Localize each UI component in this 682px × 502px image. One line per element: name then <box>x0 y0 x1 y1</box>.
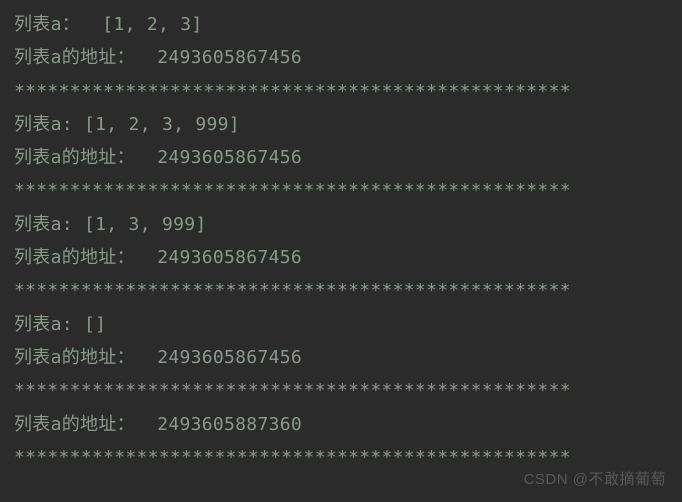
output-line: 列表a： [1, 2, 3] <box>14 8 668 41</box>
separator-line: ****************************************… <box>14 274 668 307</box>
output-line: 列表a的地址： 2493605867456 <box>14 141 668 174</box>
output-line: 列表a: [1, 2, 3, 999] <box>14 108 668 141</box>
separator-line: ****************************************… <box>14 374 668 407</box>
output-line: 列表a的地址： 2493605887360 <box>14 408 668 441</box>
watermark-text: CSDN @不敢摘葡萄 <box>524 466 666 494</box>
separator-line: ****************************************… <box>14 75 668 108</box>
output-line: 列表a的地址： 2493605867456 <box>14 41 668 74</box>
output-line: 列表a的地址： 2493605867456 <box>14 241 668 274</box>
output-line: 列表a的地址： 2493605867456 <box>14 341 668 374</box>
separator-line: ****************************************… <box>14 174 668 207</box>
console-output: 列表a： [1, 2, 3] 列表a的地址： 2493605867456 ***… <box>14 8 668 474</box>
output-line: 列表a: [] <box>14 308 668 341</box>
output-line: 列表a: [1, 3, 999] <box>14 208 668 241</box>
